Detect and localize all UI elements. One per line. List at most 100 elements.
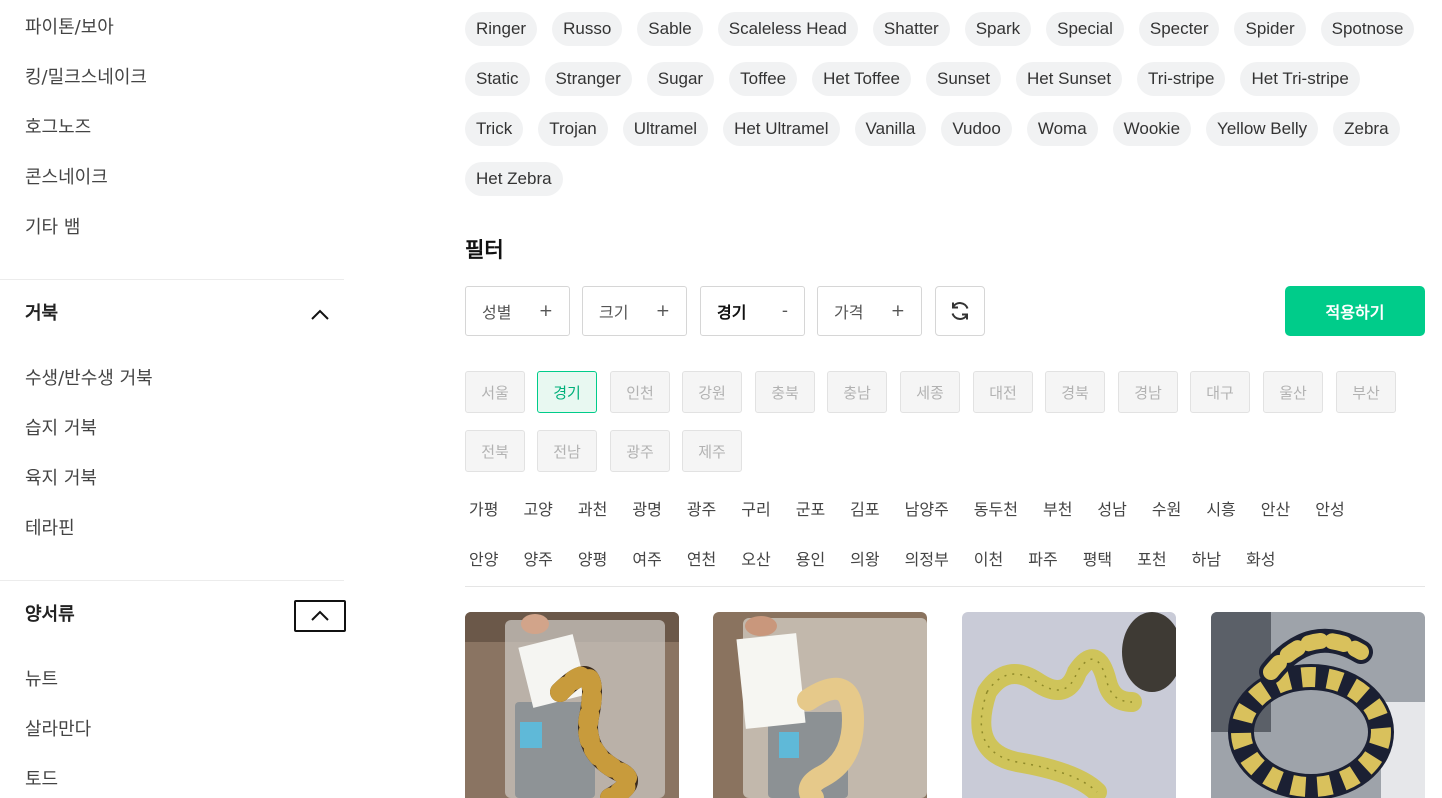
morph-tag[interactable]: Sunset (926, 62, 1001, 96)
city-link[interactable]: 시흥 (1206, 499, 1235, 521)
city-link[interactable]: 수원 (1152, 499, 1181, 521)
city-link[interactable]: 오산 (741, 549, 770, 571)
morph-tag[interactable]: Special (1046, 12, 1124, 46)
sidebar-item-python-boa[interactable]: 파이톤/보아 (25, 16, 114, 40)
sidebar-item-swamp-turtle[interactable]: 습지 거북 (25, 417, 97, 441)
city-link[interactable]: 안산 (1261, 499, 1290, 521)
region-chip[interactable]: 전남 (537, 430, 597, 472)
region-chip[interactable]: 대전 (973, 371, 1033, 413)
morph-tag[interactable]: Sugar (646, 62, 715, 96)
morph-tag[interactable]: Scaleless Head (717, 12, 858, 46)
city-link[interactable]: 이천 (974, 549, 1003, 571)
city-link[interactable]: 파주 (1028, 549, 1057, 571)
city-link[interactable]: 과천 (578, 499, 607, 521)
morph-tag[interactable]: Ultramel (622, 112, 709, 146)
morph-tag[interactable]: Het Ultramel (723, 112, 840, 146)
morph-tag[interactable]: Het Sunset (1015, 62, 1123, 96)
morph-tag[interactable]: Het Toffee (812, 62, 911, 96)
morph-tag[interactable]: Wookie (1112, 112, 1192, 146)
region-chip[interactable]: 세종 (900, 371, 960, 413)
morph-tag[interactable]: Tri-stripe (1137, 62, 1226, 96)
sidebar-item-salamander[interactable]: 살라만다 (25, 718, 91, 742)
morph-tag[interactable]: Yellow Belly (1206, 112, 1319, 146)
city-link[interactable]: 부천 (1043, 499, 1072, 521)
morph-tag[interactable]: Russo (552, 12, 623, 46)
morph-tag[interactable]: Sable (637, 12, 703, 46)
city-link[interactable]: 평택 (1083, 549, 1112, 571)
morph-tag[interactable]: Zebra (1333, 112, 1400, 146)
region-chip[interactable]: 서울 (465, 371, 525, 413)
city-link[interactable]: 안양 (469, 549, 498, 571)
morph-tag[interactable]: Het Tri-stripe (1240, 62, 1360, 96)
city-link[interactable]: 광주 (687, 499, 716, 521)
region-chip[interactable]: 울산 (1263, 371, 1323, 413)
apply-filter-button[interactable]: 적용하기 (1285, 286, 1425, 336)
sidebar-section-turtle-title[interactable]: 거북 (25, 302, 58, 326)
region-chip[interactable]: 경북 (1045, 371, 1105, 413)
city-link[interactable]: 고양 (523, 499, 552, 521)
city-link[interactable]: 의정부 (905, 549, 949, 571)
sidebar-item-toad[interactable]: 토드 (25, 768, 58, 792)
morph-tag[interactable]: Trojan (538, 112, 608, 146)
morph-tag[interactable]: Woma (1026, 112, 1098, 146)
region-chip[interactable]: 대구 (1190, 371, 1250, 413)
city-link[interactable]: 용인 (796, 549, 825, 571)
city-link[interactable]: 연천 (687, 549, 716, 571)
region-chip[interactable]: 제주 (682, 430, 742, 472)
morph-tag[interactable]: Shatter (872, 12, 950, 46)
sidebar-item-newt[interactable]: 뉴트 (25, 668, 58, 692)
product-card-image[interactable] (465, 612, 679, 798)
region-chip[interactable]: 인천 (610, 371, 670, 413)
city-link[interactable]: 화성 (1246, 549, 1275, 571)
morph-tag[interactable]: Toffee (729, 62, 798, 96)
morph-tag[interactable]: Trick (465, 112, 524, 146)
city-link[interactable]: 성남 (1097, 499, 1126, 521)
product-card-image[interactable] (962, 612, 1176, 798)
sidebar-item-hognose[interactable]: 호그노즈 (25, 116, 91, 140)
region-chip[interactable]: 경남 (1118, 371, 1178, 413)
city-link[interactable]: 김포 (850, 499, 879, 521)
filter-gender-button[interactable]: 성별 + (465, 286, 570, 336)
city-link[interactable]: 동두천 (974, 499, 1018, 521)
sidebar-item-tortoise[interactable]: 육지 거북 (25, 467, 97, 491)
region-chip-selected[interactable]: 경기 (537, 371, 597, 413)
city-link[interactable]: 가평 (469, 499, 498, 521)
morph-tag[interactable]: Spotnose (1320, 12, 1415, 46)
sidebar-section-amphibian-title[interactable]: 양서류 (25, 603, 75, 627)
reset-filter-button[interactable] (935, 286, 985, 336)
region-chip[interactable]: 전북 (465, 430, 525, 472)
region-chip[interactable]: 강원 (682, 371, 742, 413)
collapse-amphibian-button[interactable] (294, 600, 346, 632)
morph-tag[interactable]: Vanilla (854, 112, 927, 146)
city-link[interactable]: 여주 (632, 549, 661, 571)
filter-size-button[interactable]: 크기 + (582, 286, 687, 336)
city-link[interactable]: 군포 (796, 499, 825, 521)
sidebar-item-corn-snake[interactable]: 콘스네이크 (25, 166, 108, 190)
region-chip[interactable]: 부산 (1336, 371, 1396, 413)
morph-tag[interactable]: Stranger (544, 62, 632, 96)
product-card-image[interactable] (1211, 612, 1425, 798)
city-link[interactable]: 양평 (578, 549, 607, 571)
sidebar-item-king-milk-snake[interactable]: 킹/밀크스네이크 (25, 66, 147, 90)
sidebar-item-terrapin[interactable]: 테라핀 (25, 517, 75, 541)
morph-tag[interactable]: Specter (1138, 12, 1220, 46)
sidebar-item-other-snake[interactable]: 기타 뱀 (25, 216, 80, 240)
morph-tag[interactable]: Vudoo (941, 112, 1012, 146)
product-card-image[interactable] (713, 612, 927, 798)
region-chip[interactable]: 충북 (755, 371, 815, 413)
city-link[interactable]: 하남 (1192, 549, 1221, 571)
city-link[interactable]: 구리 (741, 499, 770, 521)
morph-tag[interactable]: Ringer (465, 12, 538, 46)
region-chip[interactable]: 광주 (610, 430, 670, 472)
morph-tag[interactable]: Static (465, 62, 530, 96)
city-link[interactable]: 포천 (1137, 549, 1166, 571)
morph-tag[interactable]: Het Zebra (465, 162, 563, 196)
city-link[interactable]: 광명 (632, 499, 661, 521)
filter-region-button[interactable]: 경기 - (700, 286, 805, 336)
collapse-turtle-button[interactable] (294, 299, 346, 331)
morph-tag[interactable]: Spark (964, 12, 1032, 46)
city-link[interactable]: 남양주 (905, 499, 949, 521)
city-link[interactable]: 안성 (1315, 499, 1344, 521)
city-link[interactable]: 양주 (523, 549, 552, 571)
morph-tag[interactable]: Spider (1234, 12, 1306, 46)
